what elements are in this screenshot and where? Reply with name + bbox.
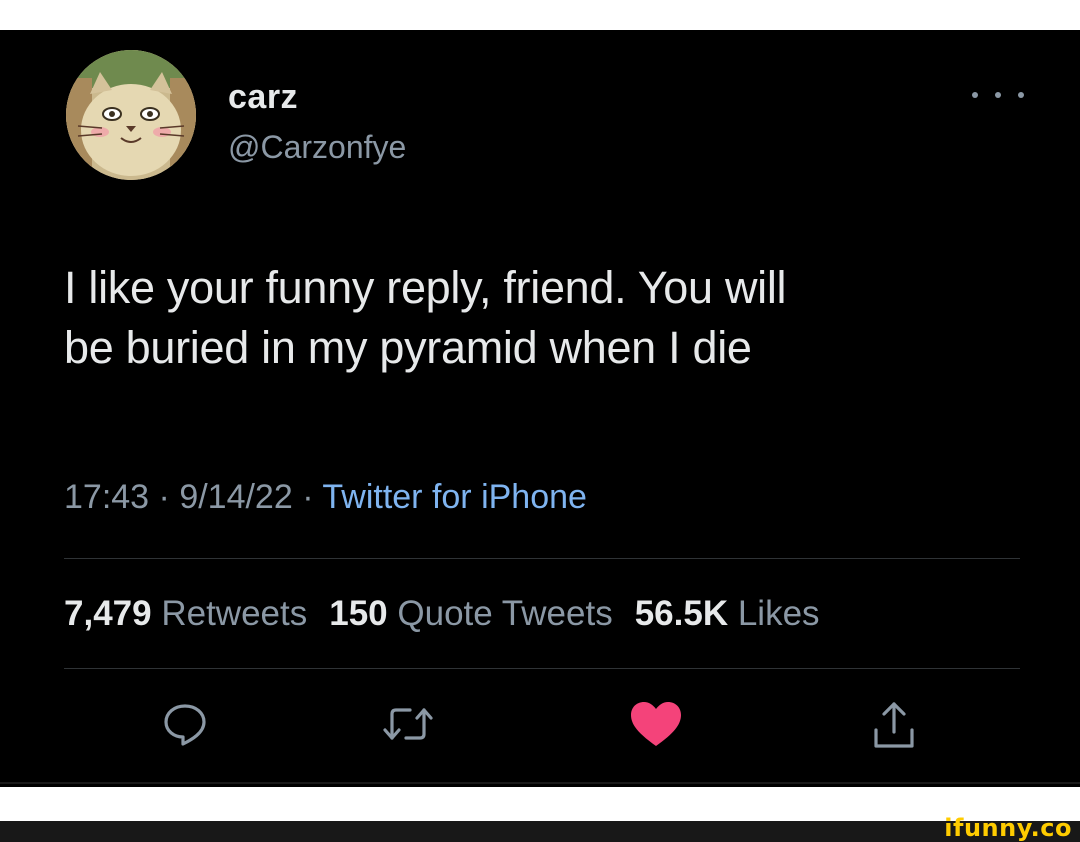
quotes-count: 150: [329, 594, 388, 633]
footer-bar: [0, 821, 1080, 842]
tweet-text-line: be buried in my pyramid when I die: [64, 322, 752, 373]
likes-label: Likes: [737, 594, 820, 633]
divider: [0, 782, 1080, 784]
tweet-text: I like your funny reply, friend. You wil…: [64, 258, 1024, 378]
more-options-icon[interactable]: [972, 82, 1024, 108]
dot: [1018, 92, 1024, 98]
dot: [995, 92, 1001, 98]
tweet-date[interactable]: 9/14/22: [179, 478, 292, 516]
likes-stat[interactable]: 56.5K Likes: [635, 594, 820, 633]
divider: [64, 558, 1020, 559]
action-bar: [0, 698, 1080, 768]
quotes-stat[interactable]: 150 Quote Tweets: [329, 594, 612, 633]
engagement-stats: 7,479 Retweets 150 Quote Tweets 56.5K Like…: [64, 594, 820, 634]
reply-icon: [164, 704, 206, 746]
like-button[interactable]: [626, 698, 686, 758]
heart-icon: [631, 702, 681, 746]
share-icon: [874, 702, 914, 748]
retweets-label: Retweets: [161, 594, 308, 633]
reply-button[interactable]: [155, 698, 215, 758]
retweet-icon: [383, 708, 433, 740]
retweets-count: 7,479: [64, 594, 152, 633]
tweet-card: carz @Carzonfye I like your funny reply,…: [0, 30, 1080, 787]
display-name[interactable]: carz: [228, 78, 298, 117]
divider: [64, 668, 1020, 669]
separator: ·: [149, 478, 180, 516]
retweet-button[interactable]: [378, 698, 438, 758]
user-handle[interactable]: @Carzonfye: [228, 129, 406, 166]
tweet-text-line: I like your funny reply, friend. You wil…: [64, 262, 787, 313]
avatar[interactable]: [66, 50, 196, 180]
separator: ·: [292, 478, 323, 516]
retweets-stat[interactable]: 7,479 Retweets: [64, 594, 307, 633]
watermark: ifunny.co: [944, 814, 1072, 842]
quotes-label: Quote Tweets: [397, 594, 613, 633]
tweet-source[interactable]: Twitter for iPhone: [322, 478, 587, 516]
likes-count: 56.5K: [634, 594, 729, 633]
dot: [972, 92, 978, 98]
tweet-time[interactable]: 17:43: [64, 478, 149, 516]
share-button[interactable]: [864, 698, 924, 758]
tweet-metadata: 17:43 · 9/14/22 · Twitter for iPhone: [64, 478, 587, 517]
